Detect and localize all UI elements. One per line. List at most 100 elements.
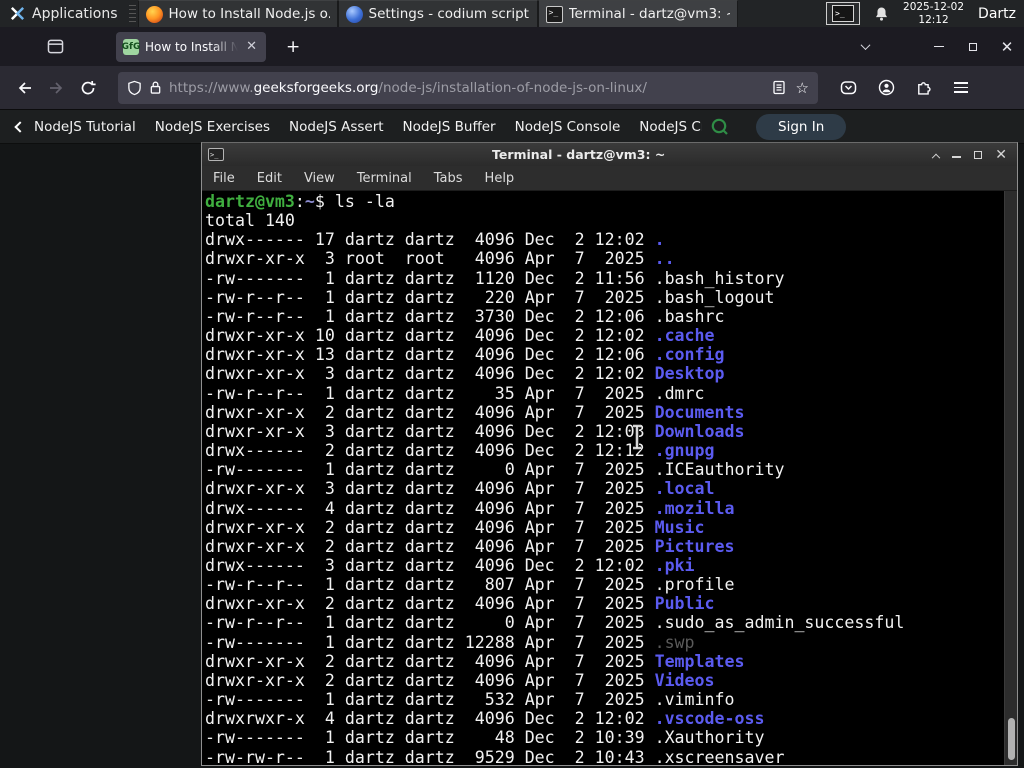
restore-button[interactable] xyxy=(956,32,990,62)
listing-meta: drwx------ 4 dartz dartz 4096 Apr 7 2025 xyxy=(205,498,655,518)
user-label: Dartz xyxy=(978,5,1016,22)
reader-view-icon[interactable] xyxy=(772,80,786,95)
minimize-icon[interactable] xyxy=(952,156,962,158)
listing-filename: .pki xyxy=(654,555,695,575)
menu-hamburger-icon[interactable] xyxy=(954,81,968,94)
list-all-tabs-button[interactable] xyxy=(848,32,882,62)
terminal-listing-row: -rw------- 1 dartz dartz 1120 Dec 2 11:5… xyxy=(205,269,1003,288)
listing-meta: -rw-r--r-- 1 dartz dartz 0 Apr 7 2025 xyxy=(205,613,655,633)
listing-filename: .dmrc xyxy=(654,383,705,403)
listing-filename: .config xyxy=(654,345,725,365)
tab-close-icon[interactable]: ✕ xyxy=(244,39,259,54)
listing-filename: .bash_logout xyxy=(654,287,775,307)
terminal-menu-help[interactable]: Help xyxy=(474,171,526,186)
maximize-icon[interactable] xyxy=(974,150,983,159)
terminal-launcher[interactable]: >_ xyxy=(826,2,861,25)
terminal-icon xyxy=(545,5,563,23)
listing-meta: drwxr-xr-x 10 dartz dartz 4096 Dec 2 12:… xyxy=(205,326,655,346)
search-icon[interactable] xyxy=(710,117,730,137)
url-bar[interactable]: https://www.geeksforgeeks.org/node-js/in… xyxy=(118,71,818,104)
panel-clock[interactable]: 2025-12-02 12:12 xyxy=(903,1,964,26)
terminal-listing-row: -rw-rw-r-- 1 dartz dartz 9529 Dec 2 10:4… xyxy=(205,748,1003,765)
panel-window-button[interactable]: Settings - codium script... xyxy=(337,0,538,27)
extensions-puzzle-icon[interactable] xyxy=(916,80,933,96)
terminal-listing-row: -rw-r--r-- 1 dartz dartz 35 Apr 7 2025 .… xyxy=(205,384,1003,403)
url-domain: geeksforgeeks.org xyxy=(253,79,379,96)
sign-in-button[interactable]: Sign In xyxy=(756,113,847,140)
firefox-view-button[interactable] xyxy=(40,34,70,60)
terminal-listing-row: -rw------- 1 dartz dartz 12288 Apr 7 202… xyxy=(205,633,1003,652)
nav-link[interactable]: NodeJS Buffer xyxy=(403,119,496,135)
terminal-menu-terminal[interactable]: Terminal xyxy=(346,171,423,186)
terminal-output[interactable]: dartz@vm3:~$ ls -la total 140 drwx------… xyxy=(202,191,1017,765)
terminal-menu-file[interactable]: File xyxy=(202,171,246,186)
listing-meta: drwxrwxr-x 4 dartz dartz 4096 Dec 2 12:0… xyxy=(205,709,655,729)
terminal-menu-tabs[interactable]: Tabs xyxy=(423,171,474,186)
window-button-title: How to Install Node.js o... xyxy=(168,6,330,22)
terminal-menu-view[interactable]: View xyxy=(293,171,346,186)
terminal-listing-row: drwxr-xr-x 2 dartz dartz 4096 Apr 7 2025… xyxy=(205,652,1003,671)
listing-meta: drwxr-xr-x 3 root root 4096 Apr 7 2025 xyxy=(205,249,655,269)
listing-meta: -rw------- 1 dartz dartz 0 Apr 7 2025 xyxy=(205,460,655,480)
nav-link[interactable]: NodeJS Exercises xyxy=(155,119,270,135)
applications-menu-button[interactable]: Applications xyxy=(0,0,127,27)
listing-meta: -rw-r--r-- 1 dartz dartz 3730 Dec 2 12:0… xyxy=(205,306,655,326)
listing-filename: Pictures xyxy=(654,536,735,556)
terminal-titlebar[interactable]: >_ Terminal - dartz@vm3: ~ ✕ xyxy=(202,143,1017,166)
listing-filename: .viminfo xyxy=(654,690,735,710)
listing-filename: .local xyxy=(654,479,715,499)
panel-handle xyxy=(128,5,136,22)
chevron-left-icon[interactable] xyxy=(14,120,26,133)
terminal-scrollbar[interactable] xyxy=(1004,191,1017,765)
tab-title: How to Install Node.js on xyxy=(145,39,239,54)
nav-link[interactable]: NodeJS Crypto xyxy=(639,119,702,135)
listing-meta: drwxr-xr-x 2 dartz dartz 4096 Apr 7 2025 xyxy=(205,517,655,537)
listing-filename: .. xyxy=(654,249,675,269)
listing-meta: drwx------ 17 dartz dartz 4096 Dec 2 12:… xyxy=(205,230,655,250)
listing-filename: Public xyxy=(654,594,715,614)
nav-link[interactable]: NodeJS Assert xyxy=(289,119,384,135)
listing-meta: -rw-rw-r-- 1 dartz dartz 9529 Dec 2 10:4… xyxy=(205,747,655,765)
terminal-window-controls: ✕ xyxy=(932,148,1011,162)
terminal-listing-row: drwx------ 2 dartz dartz 4096 Dec 2 12:1… xyxy=(205,441,1003,460)
firefox-icon xyxy=(145,5,163,23)
close-button[interactable]: ✕ xyxy=(990,32,1024,62)
panel-window-button[interactable]: How to Install Node.js o... xyxy=(137,0,338,27)
firefox-view-icon xyxy=(47,39,63,54)
applications-icon xyxy=(10,6,25,21)
nav-link[interactable]: NodeJS Tutorial xyxy=(34,119,136,135)
terminal-listing-row: drwxrwxr-x 4 dartz dartz 4096 Dec 2 12:0… xyxy=(205,709,1003,728)
notification-bell-icon[interactable] xyxy=(874,6,889,22)
forward-button[interactable] xyxy=(40,72,72,104)
account-icon[interactable] xyxy=(878,79,895,96)
new-tab-button[interactable]: + xyxy=(280,37,306,57)
listing-meta: drwxr-xr-x 2 dartz dartz 4096 Apr 7 2025 xyxy=(205,670,655,690)
terminal-listing-row: drwx------ 17 dartz dartz 4096 Dec 2 12:… xyxy=(205,230,1003,249)
terminal-listing-row: -rw-r--r-- 1 dartz dartz 807 Apr 7 2025 … xyxy=(205,575,1003,594)
panel-window-button[interactable]: Terminal - dartz@vm3: ~ xyxy=(537,0,738,27)
nav-link[interactable]: NodeJS Console xyxy=(515,119,621,135)
listing-filename: Music xyxy=(654,517,705,537)
url-text: https://www.geeksforgeeks.org/node-js/in… xyxy=(169,80,765,96)
listing-meta: drwxr-xr-x 3 dartz dartz 4096 Apr 7 2025 xyxy=(205,479,655,499)
terminal-listing-row: drwxr-xr-x 13 dartz dartz 4096 Dec 2 12:… xyxy=(205,345,1003,364)
bookmark-star-icon[interactable]: ☆ xyxy=(796,79,809,97)
listing-filename: .gnupg xyxy=(654,441,715,461)
browser-tab-active[interactable]: GfG How to Install Node.js on ✕ xyxy=(116,31,266,62)
listing-filename: .profile xyxy=(654,575,735,595)
back-button[interactable] xyxy=(8,72,40,104)
close-icon[interactable]: ✕ xyxy=(995,148,1007,162)
shade-window-icon[interactable] xyxy=(932,153,941,162)
listing-filename: .bash_history xyxy=(654,268,785,288)
pocket-icon[interactable] xyxy=(840,80,857,96)
terminal-listing-row: drwx------ 4 dartz dartz 4096 Apr 7 2025… xyxy=(205,499,1003,518)
minimize-button[interactable] xyxy=(922,32,956,62)
geeksforgeeks-favicon: GfG xyxy=(122,38,140,55)
scrollbar-thumb[interactable] xyxy=(1008,718,1015,760)
ibeam-cursor xyxy=(633,424,641,450)
window-controls: ✕ xyxy=(848,32,1024,62)
reload-button[interactable] xyxy=(72,72,104,104)
terminal-menu-edit[interactable]: Edit xyxy=(246,171,293,186)
prompt-cwd: ~ xyxy=(304,192,315,211)
tab-strip: GfG How to Install Node.js on ✕ + ✕ xyxy=(0,27,1024,66)
